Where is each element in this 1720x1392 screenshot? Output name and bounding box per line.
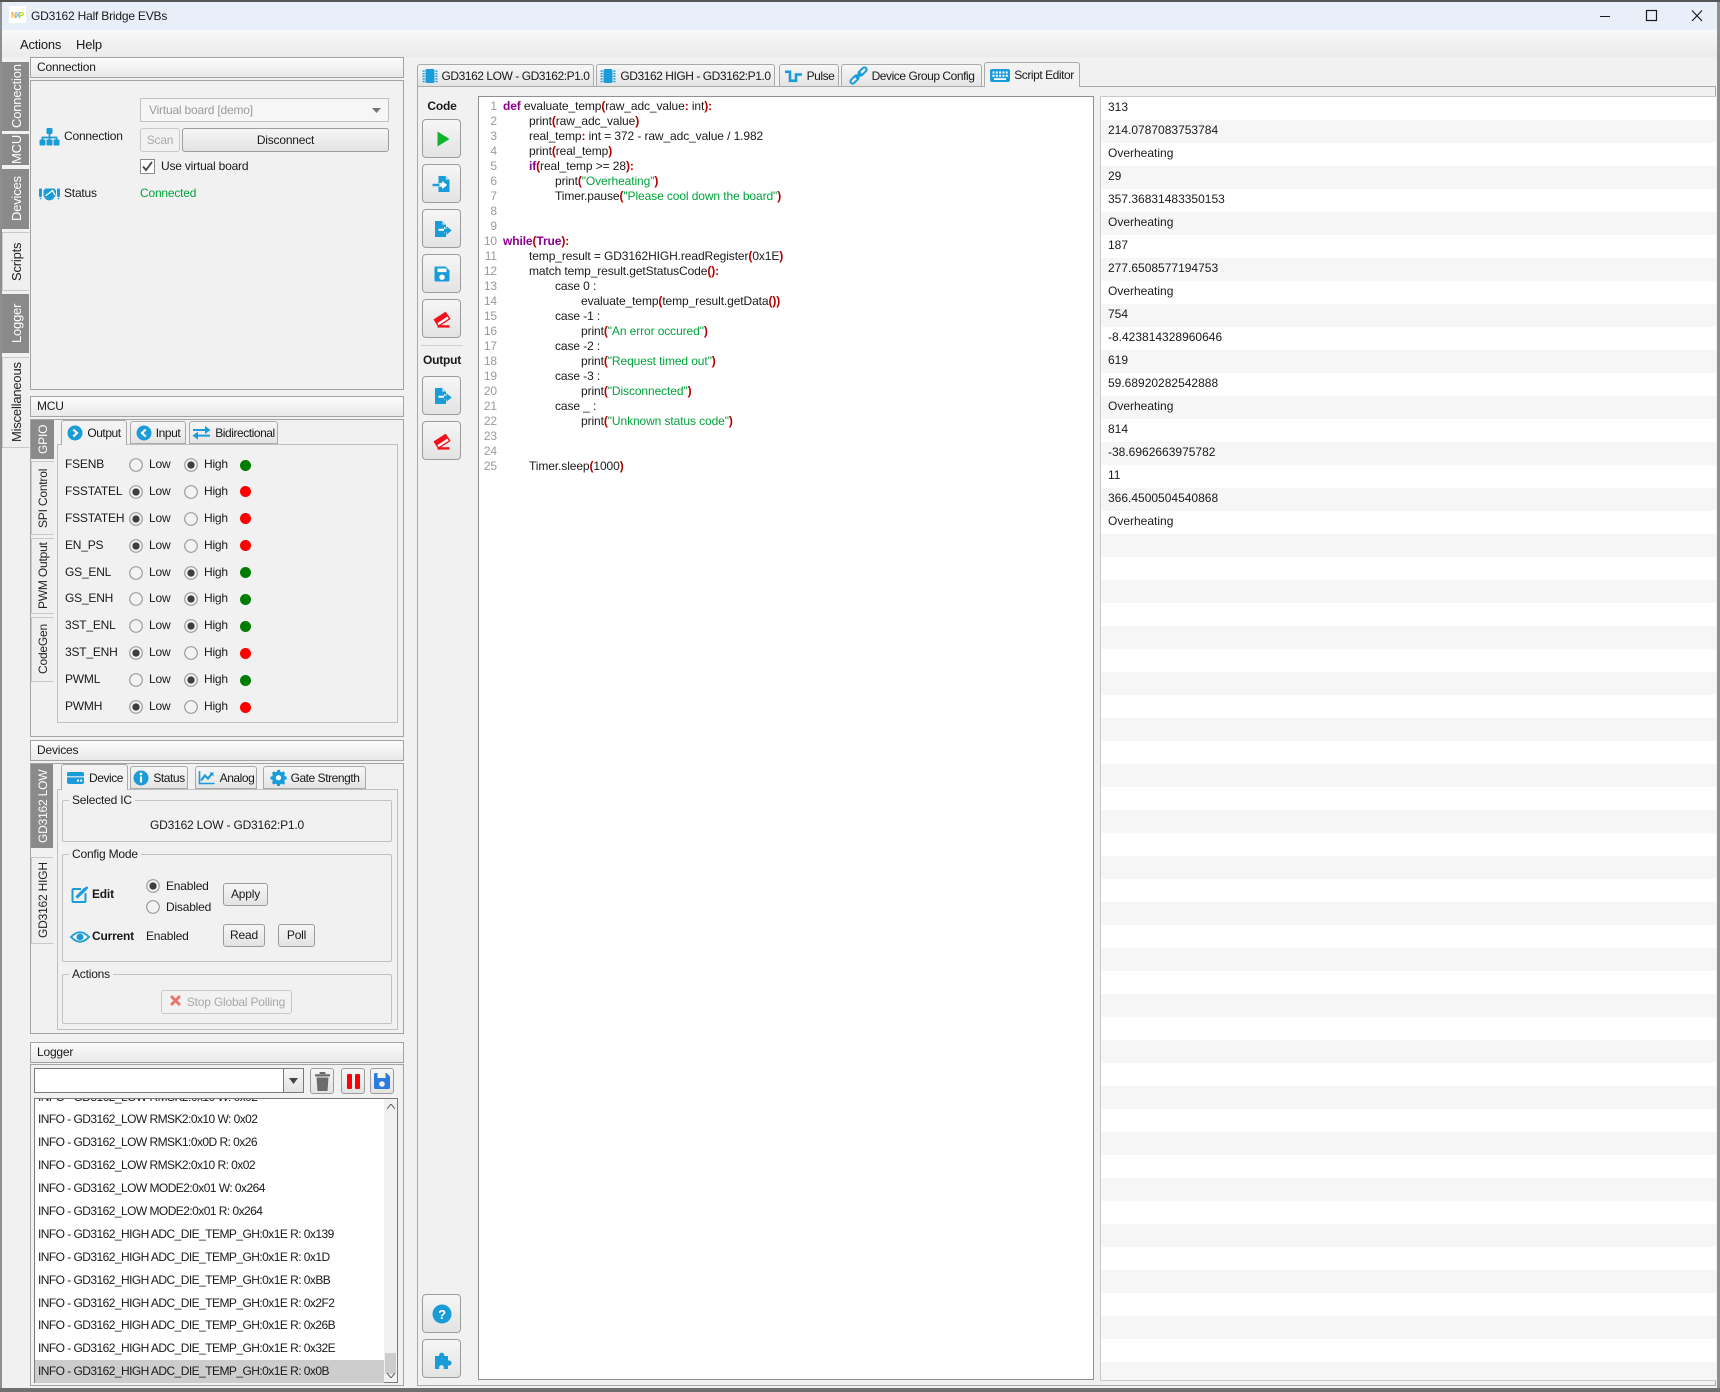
svg-text:?: ? — [438, 1307, 446, 1322]
svg-text:NXP: NXP — [11, 11, 24, 19]
